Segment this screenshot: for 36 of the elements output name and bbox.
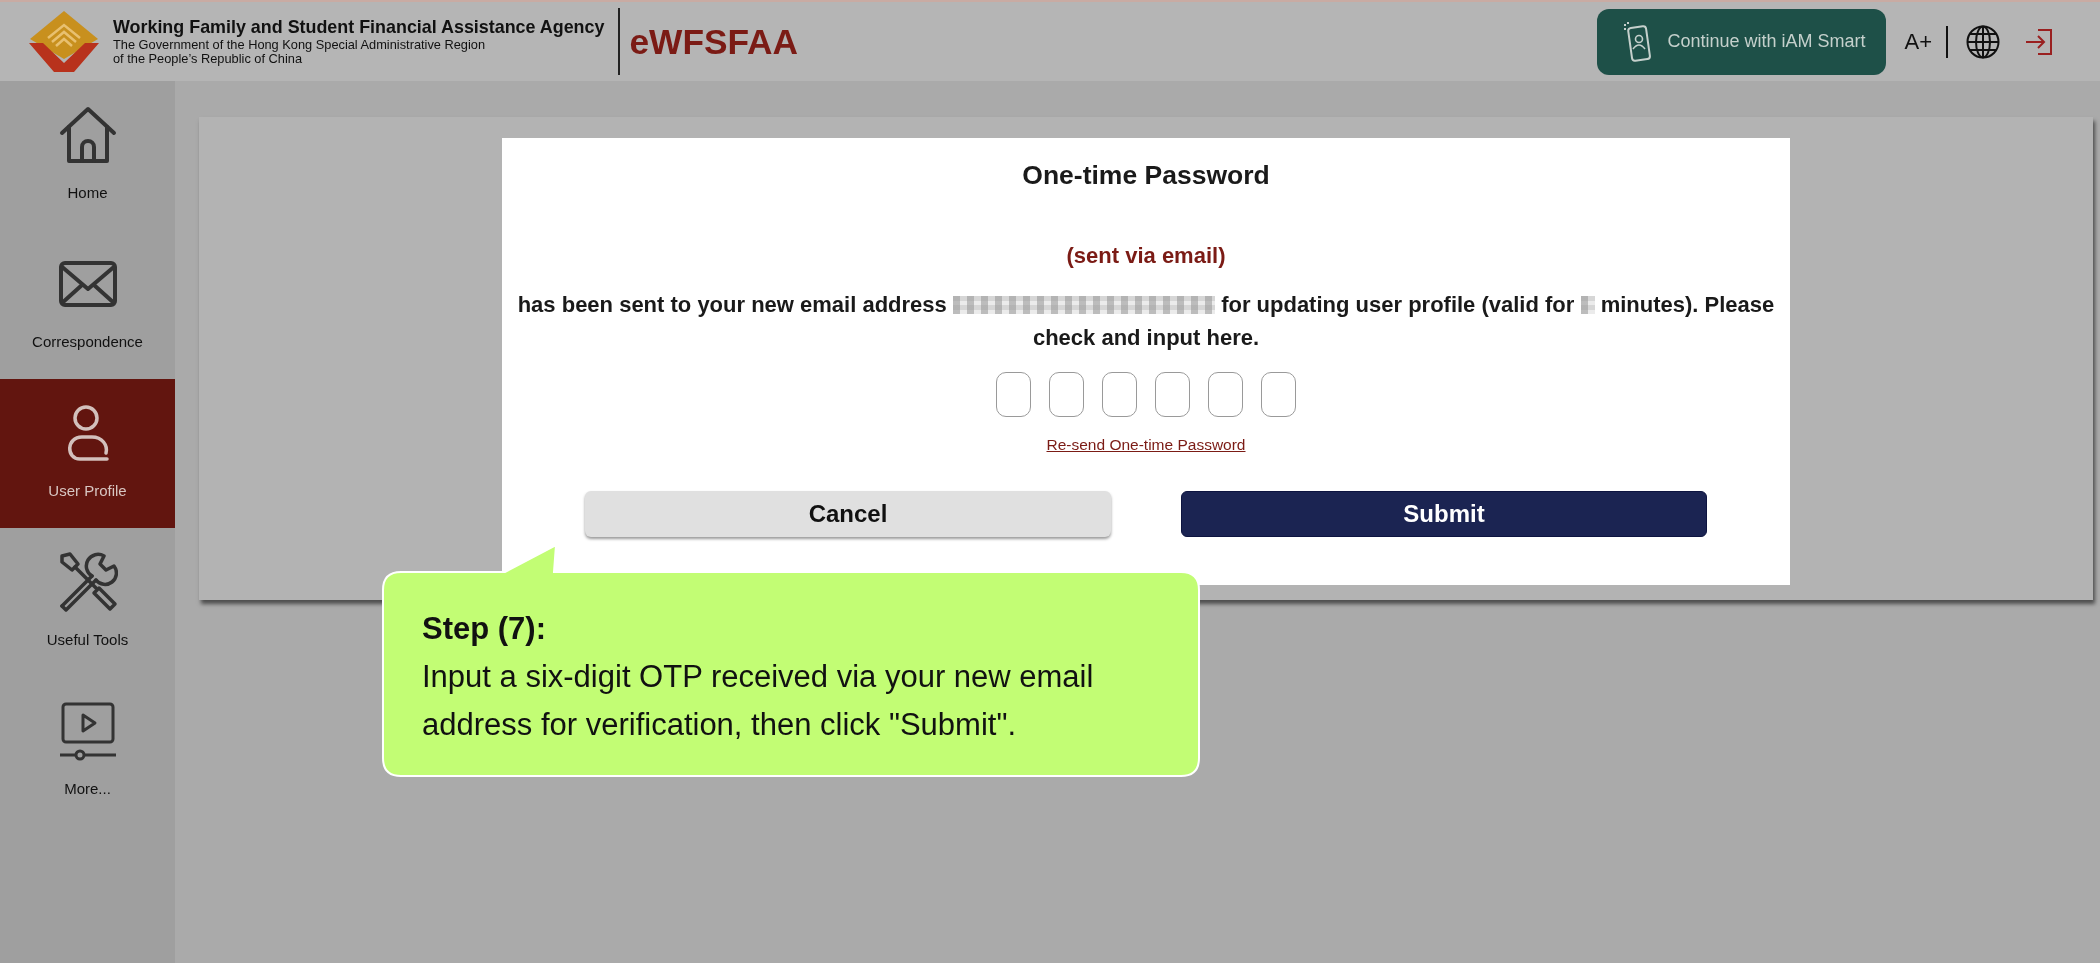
agency-name: Working Family and Student Financial Assistance Agency	[113, 16, 605, 38]
otp-digit-field[interactable]	[996, 372, 1031, 417]
video-player-icon	[57, 701, 118, 761]
home-icon	[57, 105, 118, 165]
message-text: for updating user profile (valid for	[1221, 291, 1575, 319]
message-text: has been sent to your new email address	[517, 291, 947, 319]
submit-button[interactable]: Submit	[1181, 491, 1707, 537]
globe-icon[interactable]	[1966, 24, 2000, 59]
dialog-subtitle: (sent via email)	[1066, 242, 1226, 270]
cancel-button[interactable]: Cancel	[585, 491, 1111, 537]
pixelated-number-redaction	[1580, 295, 1595, 314]
sidebar-item[interactable]: User Profile	[0, 379, 175, 528]
sidebar-item[interactable]: Home	[0, 81, 175, 230]
system-name: eWFSFAA	[629, 21, 799, 62]
sidebar-item[interactable]: Useful Tools	[0, 528, 175, 677]
resend-link[interactable]: Re-send One-time Password	[1046, 436, 1246, 454]
logout-icon[interactable]	[2025, 28, 2053, 55]
otp-digit-field[interactable]	[1049, 372, 1084, 417]
sidebar-item[interactable]: More...	[0, 677, 175, 826]
step-instructions: Input a six-digit OTP received via your new email address for verification, then click "Submit".	[422, 658, 1095, 744]
otp-digit-field[interactable]	[1102, 372, 1137, 417]
dialog-title: One-time Password	[1022, 160, 1270, 190]
sidebar-item[interactable]: Correspondence	[0, 230, 175, 379]
iam-smart-button[interactable]: Continue with iAM Smart	[1597, 8, 1887, 75]
message-text: check and input here.	[1032, 324, 1260, 352]
otp-digit-field[interactable]	[1261, 372, 1296, 417]
government-name-line: of the People’s Republic of China	[113, 52, 302, 67]
government-name-line: The Government of the Hong Kong Special Administrative Region	[113, 37, 486, 52]
otp-digit-field[interactable]	[1155, 372, 1190, 417]
tools-icon	[57, 552, 118, 612]
otp-digit-field[interactable]	[1208, 372, 1243, 417]
phone-icon	[1623, 21, 1654, 62]
message-text: minutes). Please	[1600, 291, 1775, 319]
font-size-button[interactable]: A+	[1904, 28, 1932, 55]
agency-logo	[28, 10, 100, 73]
step-title: Step (7):	[422, 610, 546, 648]
